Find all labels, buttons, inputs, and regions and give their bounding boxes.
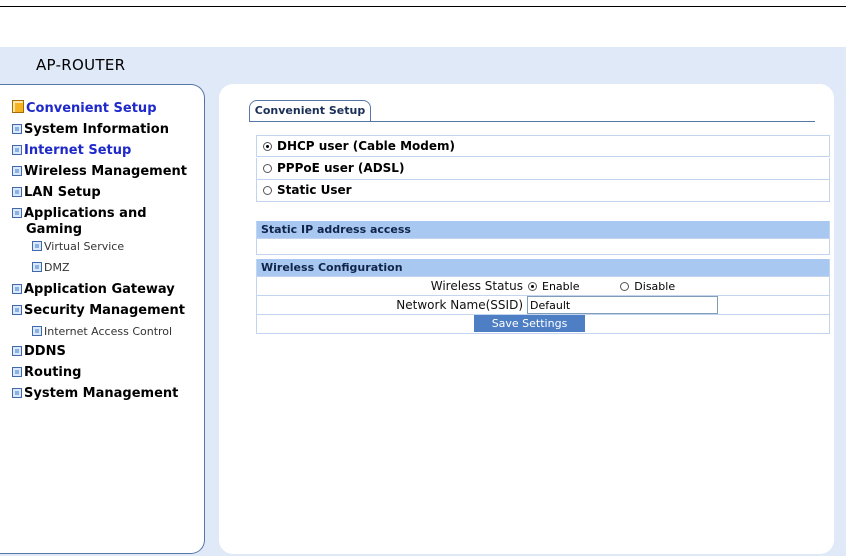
- option-pppoe-row[interactable]: PPPoE user (ADSL): [256, 158, 830, 180]
- sidebar-item-label: Internet Access Control: [44, 325, 173, 338]
- main-panel: Convenient Setup DHCP user (Cable Modem)…: [219, 84, 834, 554]
- page-icon: [12, 145, 22, 155]
- enable-label: Enable: [542, 280, 580, 293]
- app-title: AP-ROUTER: [36, 56, 126, 74]
- sidebar-item-dmz[interactable]: DMZ: [32, 261, 70, 274]
- sidebar-item-label: System Information: [24, 122, 169, 137]
- pppoe-radio[interactable]: [263, 164, 272, 173]
- sidebar-item-label: Security Management: [24, 303, 185, 318]
- sidebar-item-lan-setup[interactable]: LAN Setup: [12, 185, 101, 200]
- sidebar-item-virtual-service[interactable]: Virtual Service: [32, 240, 124, 253]
- sidebar-item-label: Internet Setup: [24, 143, 132, 158]
- ssid-input[interactable]: [527, 296, 718, 314]
- sidebar-item-application-gateway[interactable]: Application Gateway: [12, 282, 175, 297]
- wireless-status-row: Wireless Status Enable Disable: [256, 277, 830, 296]
- ssid-row: Network Name(SSID): [256, 296, 830, 315]
- page-icon: [12, 187, 22, 197]
- tab-underline: [249, 121, 815, 122]
- folder-icon: [12, 100, 24, 113]
- disable-label: Disable: [634, 280, 676, 293]
- sidebar-item-label: DMZ: [44, 261, 70, 274]
- sidebar-item-system-information[interactable]: System Information: [12, 122, 169, 137]
- static-ip-section-body: [256, 239, 830, 255]
- enable-radio[interactable]: [528, 282, 537, 291]
- sidebar-item-convenient-setup[interactable]: Convenient Setup: [12, 100, 157, 116]
- page-icon: [12, 166, 22, 176]
- option-static-row[interactable]: Static User: [256, 180, 830, 202]
- dhcp-radio[interactable]: [263, 142, 272, 151]
- sidebar-item-label: Wireless Management: [24, 164, 187, 179]
- sidebar-item-applications-and-gaming-line2[interactable]: Gaming: [26, 222, 82, 237]
- sidebar-item-label: LAN Setup: [24, 185, 101, 200]
- page-icon: [12, 305, 22, 315]
- static-radio[interactable]: [263, 186, 272, 195]
- sidebar-item-internet-setup[interactable]: Internet Setup: [12, 143, 131, 158]
- sidebar-item-label: Virtual Service: [44, 240, 125, 253]
- save-settings-button[interactable]: Save Settings: [474, 315, 585, 332]
- wireless-section-header: Wireless Configuration: [256, 259, 830, 277]
- sidebar-item-label: Gaming: [26, 222, 83, 237]
- sidebar-item-label: System Management: [24, 386, 179, 401]
- option-dhcp-row[interactable]: DHCP user (Cable Modem): [256, 135, 830, 157]
- option-label: PPPoE user (ADSL): [277, 161, 405, 175]
- sidebar-item-label: Routing: [24, 365, 82, 380]
- page-icon: [12, 284, 22, 294]
- sidebar-item-system-management[interactable]: System Management: [12, 386, 178, 401]
- page-icon: [12, 124, 22, 134]
- page-icon: [32, 241, 42, 251]
- sidebar-item-label: Convenient Setup: [26, 101, 157, 116]
- save-row: Save Settings: [256, 315, 830, 334]
- option-label: Static User: [277, 183, 352, 197]
- page-icon: [12, 367, 22, 377]
- top-rule: [0, 6, 846, 7]
- page-icon: [32, 262, 42, 272]
- wireless-status-options: Enable Disable: [527, 277, 675, 296]
- tab-convenient-setup[interactable]: Convenient Setup: [249, 100, 371, 122]
- sidebar-item-label: Application Gateway: [24, 282, 175, 297]
- page-icon: [32, 326, 42, 336]
- sidebar: Convenient Setup System Information Inte…: [0, 84, 205, 554]
- page-icon: [12, 388, 22, 398]
- sidebar-item-security-management[interactable]: Security Management: [12, 303, 185, 318]
- page-icon: [12, 346, 22, 356]
- sidebar-item-applications-and-gaming[interactable]: Applications and: [12, 206, 147, 221]
- wireless-status-label: Wireless Status: [430, 279, 523, 293]
- sidebar-item-label: Applications and: [24, 206, 147, 221]
- page-icon: [12, 208, 22, 218]
- disable-radio[interactable]: [620, 282, 630, 291]
- static-ip-section-header: Static IP address access: [256, 221, 830, 239]
- option-label: DHCP user (Cable Modem): [277, 139, 456, 153]
- ssid-label: Network Name(SSID): [396, 298, 523, 312]
- sidebar-item-routing[interactable]: Routing: [12, 365, 81, 380]
- sidebar-item-ddns[interactable]: DDNS: [12, 344, 66, 359]
- sidebar-item-internet-access-control[interactable]: Internet Access Control: [32, 325, 172, 338]
- sidebar-item-wireless-management[interactable]: Wireless Management: [12, 164, 187, 179]
- sidebar-item-label: DDNS: [24, 344, 66, 359]
